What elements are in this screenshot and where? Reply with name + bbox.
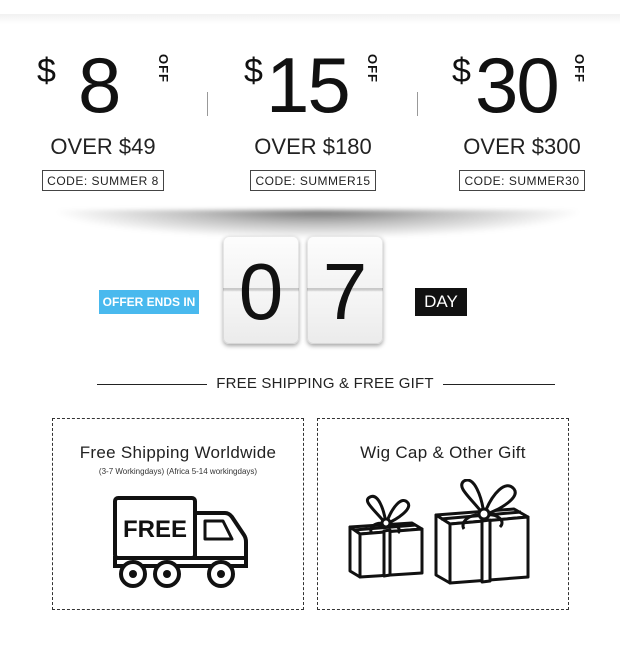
coupon-amount-row: $ 8 OFF	[8, 40, 198, 130]
countdown-digit-card: 0	[223, 236, 299, 344]
countdown-digit: 7	[322, 247, 368, 336]
free-shipping-panel[interactable]: Free Shipping Worldwide (3-7 Workingdays…	[52, 418, 304, 610]
coupon-8-off[interactable]: $ 8 OFF OVER $49 CODE: SUMMER 8	[8, 40, 198, 200]
coupon-30-off[interactable]: $ 30 OFF OVER $300 CODE: SUMMER30	[427, 40, 617, 200]
coupon-amount: 15	[266, 41, 351, 129]
coupon-threshold: OVER $49	[50, 134, 156, 159]
flip-crease	[223, 288, 299, 291]
free-shipping-heading: FREE SHIPPING & FREE GIFT	[216, 375, 434, 392]
free-gift-panel[interactable]: Wig Cap & Other Gift	[317, 418, 569, 610]
gift-box-icon	[348, 479, 530, 585]
coupon-threshold: OVER $180	[254, 134, 372, 159]
truck-label: FREE	[123, 516, 187, 543]
panel-title: Free Shipping Worldwide	[79, 443, 277, 462]
coupon-band-shadow	[58, 210, 578, 238]
coupon-currency: $	[452, 52, 471, 90]
coupon-currency: $	[37, 52, 56, 90]
coupon-currency: $	[244, 52, 263, 90]
coupon-divider	[207, 92, 208, 116]
countdown-unit-badge: DAY	[415, 288, 467, 316]
coupon-amount: 30	[475, 41, 560, 129]
coupon-amount-row: $ 30 OFF	[427, 40, 617, 130]
coupon-code[interactable]: CODE: SUMMER15	[250, 170, 376, 191]
coupon-code[interactable]: CODE: SUMMER30	[459, 170, 585, 191]
coupon-off-label: OFF	[572, 54, 587, 83]
coupon-amount: 8	[78, 41, 121, 129]
panel-subtitle: (3-7 Workingdays) (Africa 5-14 workingda…	[98, 467, 258, 476]
coupon-off-label: OFF	[365, 54, 380, 83]
coupon-amount-row: $ 15 OFF	[218, 40, 408, 130]
heading-rule-left	[97, 384, 207, 385]
countdown-digit-card: 7	[307, 236, 383, 344]
promo-page: $ 8 OFF OVER $49 CODE: SUMMER 8 $ 15 OFF…	[0, 0, 620, 650]
coupon-code[interactable]: CODE: SUMMER 8	[42, 170, 164, 191]
offer-ends-label: OFFER ENDS IN	[99, 290, 199, 314]
panel-title: Wig Cap & Other Gift	[360, 443, 526, 462]
countdown-digit: 0	[238, 247, 284, 336]
coupon-threshold: OVER $300	[463, 134, 581, 159]
coupon-off-label: OFF	[156, 54, 171, 83]
coupon-divider	[417, 92, 418, 116]
delivery-truck-icon: FREE	[113, 496, 248, 588]
flip-crease	[307, 288, 383, 291]
coupon-15-off[interactable]: $ 15 OFF OVER $180 CODE: SUMMER15	[218, 40, 408, 200]
heading-rule-right	[443, 384, 555, 385]
